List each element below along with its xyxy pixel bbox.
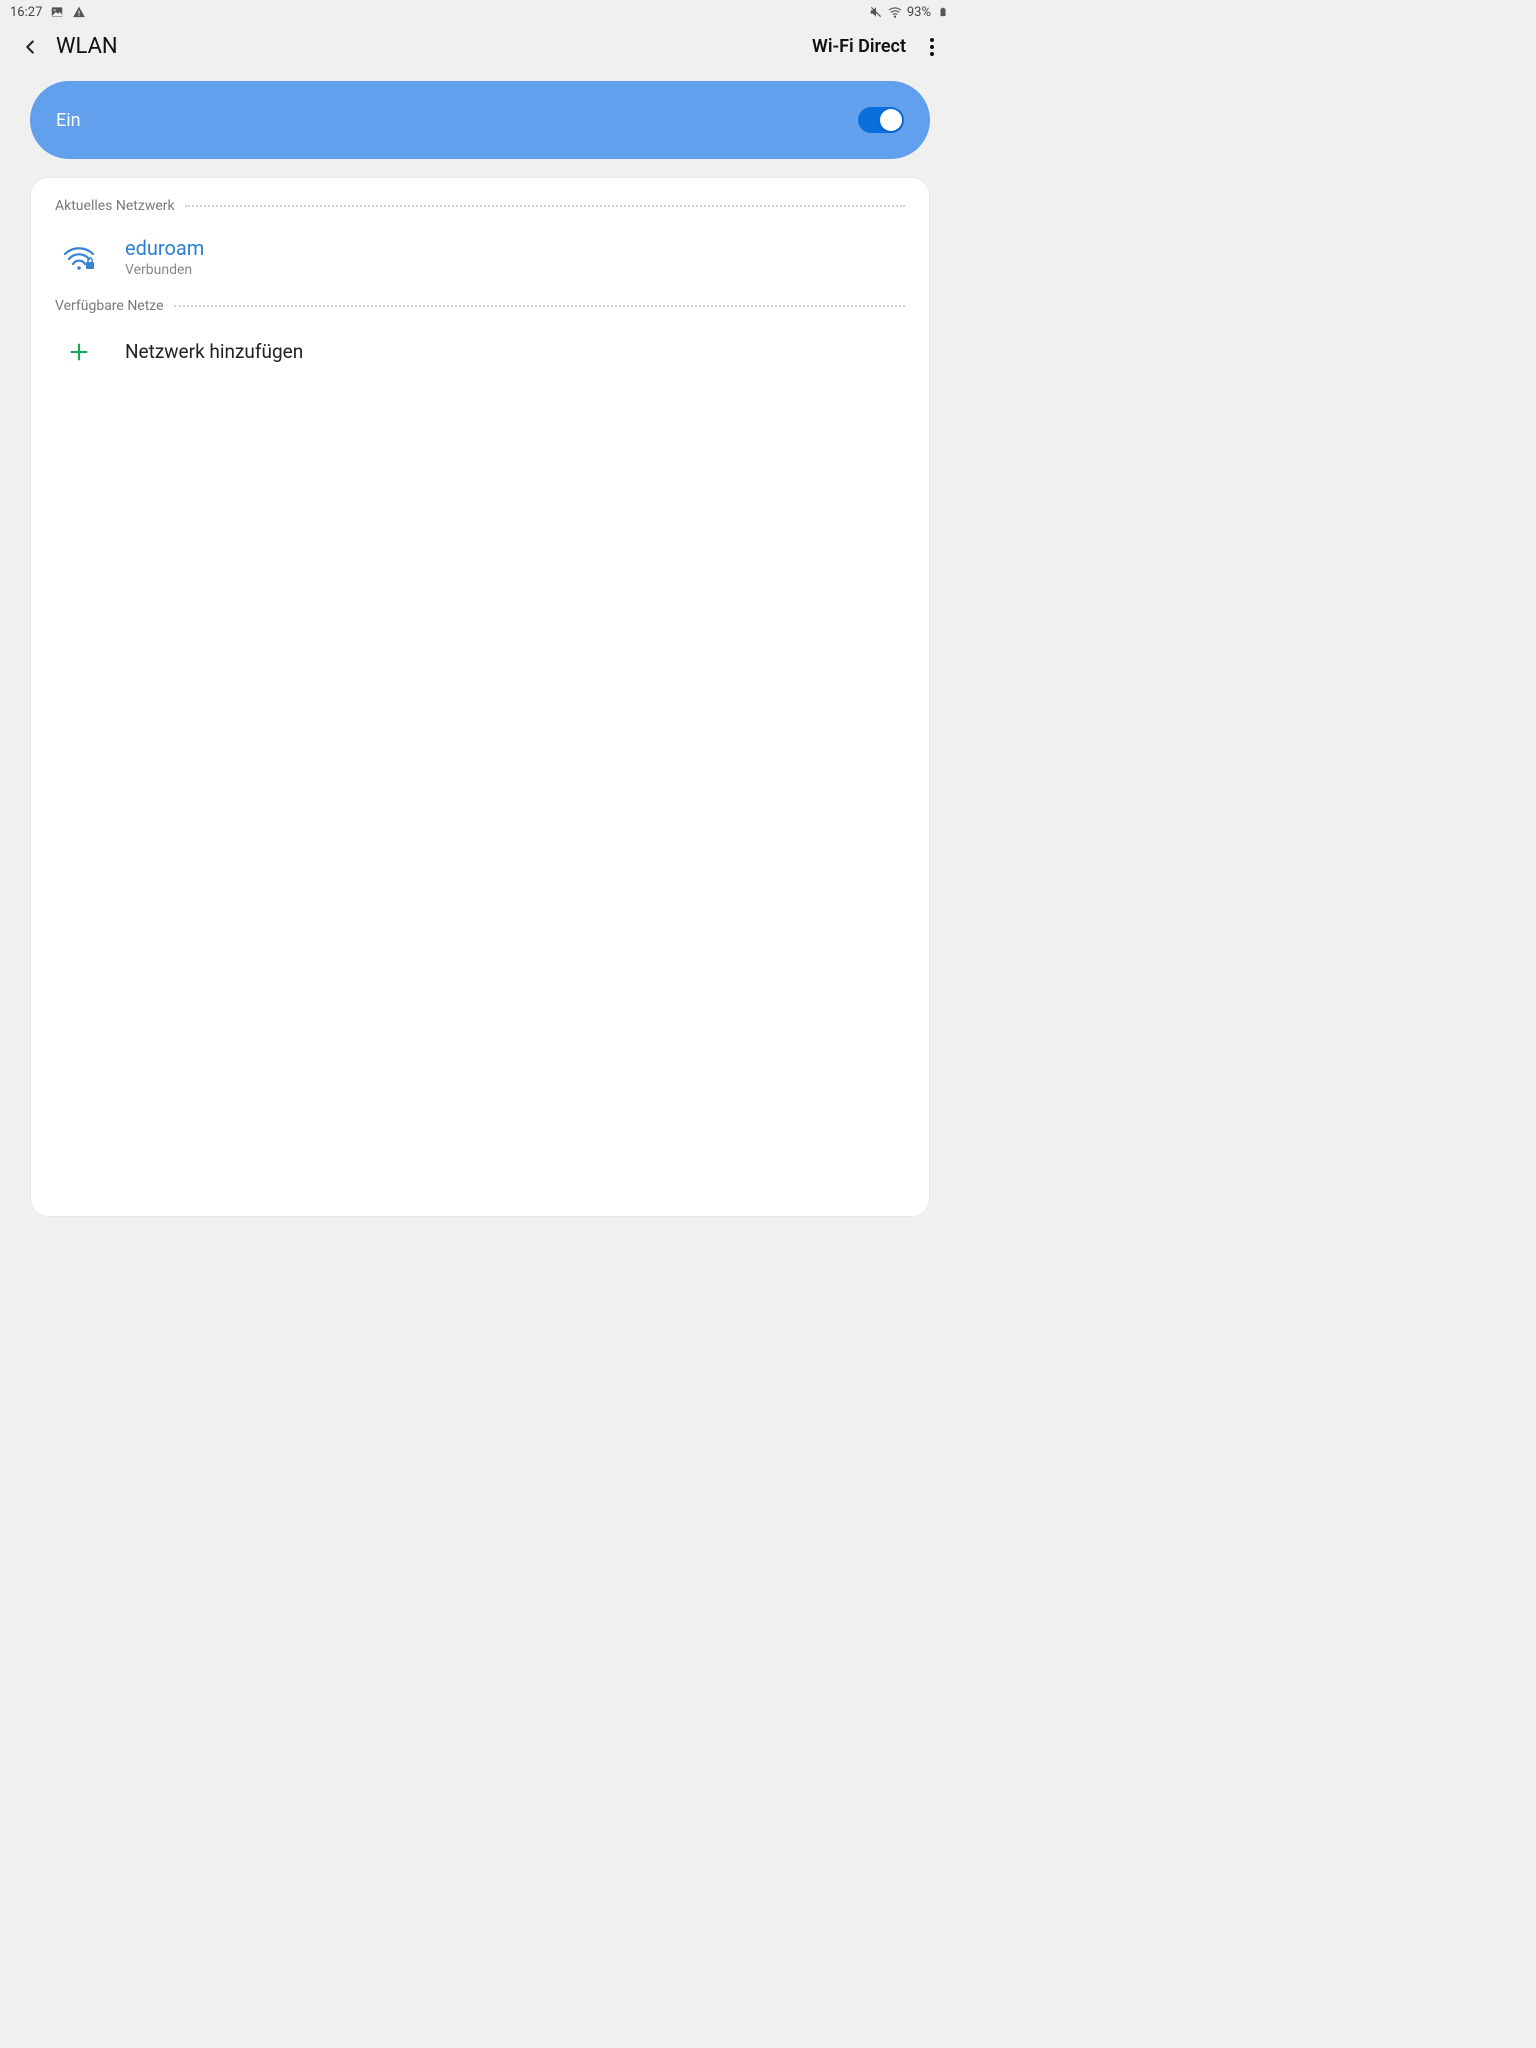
current-network-row[interactable]: eduroam Verbunden <box>31 226 929 294</box>
battery-icon <box>936 5 950 19</box>
app-header: WLAN Wi-Fi Direct <box>0 24 960 73</box>
network-status: Verbunden <box>125 262 204 278</box>
back-button[interactable] <box>18 35 42 59</box>
wifi-direct-button[interactable]: Wi-Fi Direct <box>812 36 906 57</box>
toggle-label: Ein <box>56 110 81 131</box>
wifi-icon <box>888 5 902 19</box>
available-networks-section-header: Verfügbare Netze <box>31 298 929 314</box>
current-network-section-header: Aktuelles Netzwerk <box>31 198 929 214</box>
add-network-row[interactable]: Netzwerk hinzufügen <box>31 326 929 377</box>
plus-icon <box>55 341 103 363</box>
wifi-secured-icon <box>55 242 103 272</box>
page-title: WLAN <box>56 34 812 59</box>
mute-icon <box>869 5 883 19</box>
wifi-toggle-switch[interactable] <box>858 107 904 133</box>
battery-percent: 93% <box>907 5 931 20</box>
status-time: 16:27 <box>10 5 42 20</box>
networks-card: Aktuelles Netzwerk eduroam Verbunden Ver… <box>30 177 930 1217</box>
status-bar: 16:27 93% <box>0 0 960 24</box>
image-icon <box>50 5 64 19</box>
warning-icon <box>72 5 86 19</box>
add-network-label: Netzwerk hinzufügen <box>103 340 303 363</box>
wifi-toggle-card[interactable]: Ein <box>30 81 930 159</box>
section-label: Verfügbare Netze <box>55 298 174 314</box>
section-label: Aktuelles Netzwerk <box>55 198 185 214</box>
more-menu-button[interactable] <box>922 37 942 57</box>
network-name: eduroam <box>125 236 204 260</box>
